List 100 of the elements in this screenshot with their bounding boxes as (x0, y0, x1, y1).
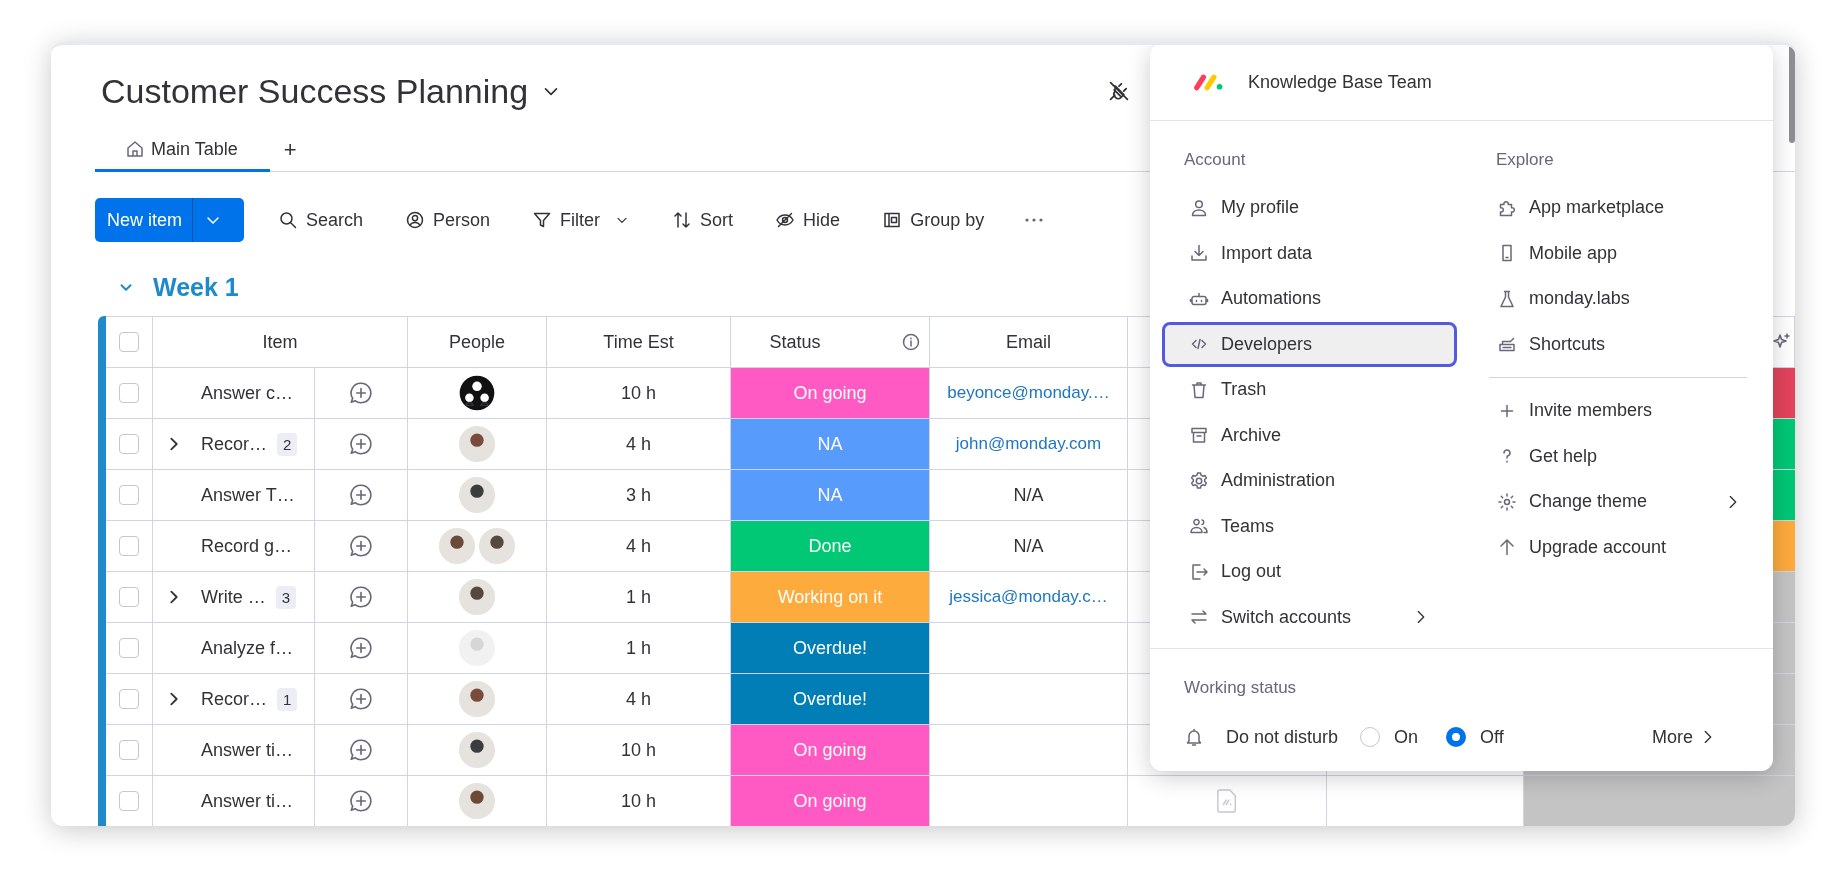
time-estimate: 10 h (620, 382, 656, 404)
sun-icon (1497, 491, 1517, 512)
checkbox[interactable] (119, 791, 139, 811)
menu-item[interactable]: App marketplace (1489, 185, 1747, 231)
email-link[interactable]: john@monday.com (955, 434, 1102, 454)
person-avatar[interactable] (458, 731, 496, 769)
time-estimate: 3 h (626, 484, 651, 506)
item-name[interactable]: Answer ti… (201, 739, 294, 761)
do-not-disturb-label: Do not disturb (1226, 726, 1339, 748)
menu-item[interactable]: monday.labs (1489, 276, 1747, 322)
checkbox[interactable] (119, 536, 139, 556)
menu-item[interactable]: Invite members (1489, 388, 1747, 434)
item-name[interactable]: Answer ti… (201, 790, 294, 812)
person-avatar[interactable] (478, 527, 516, 565)
person-avatar[interactable] (438, 527, 476, 565)
email-link[interactable]: jessica@monday.c… (949, 587, 1108, 607)
flask-icon (1497, 288, 1517, 309)
toolbar-button[interactable]: Hide (767, 200, 849, 240)
subitem-count[interactable]: 1 (277, 687, 298, 711)
status-label[interactable]: Overdue! (731, 623, 930, 674)
gear-icon (1189, 470, 1209, 491)
column-header: Status (769, 331, 821, 353)
add-update-icon[interactable] (348, 380, 374, 406)
add-view-button[interactable]: + (269, 129, 311, 171)
group-avatar[interactable] (458, 374, 496, 412)
menu-item[interactable]: Mobile app (1489, 230, 1747, 276)
status-cell[interactable] (1524, 776, 1795, 826)
checkbox[interactable] (119, 434, 139, 454)
add-update-icon[interactable] (348, 431, 374, 457)
archive-icon (1189, 425, 1209, 446)
item-name[interactable]: Record g… (201, 535, 293, 557)
add-update-icon[interactable] (348, 686, 374, 712)
checkbox[interactable] (119, 332, 139, 352)
unplug-icon[interactable] (1107, 79, 1131, 103)
checkbox[interactable] (119, 383, 139, 403)
item-name[interactable]: Answer T… (201, 484, 295, 506)
column-header: Email (1006, 331, 1051, 353)
add-update-icon[interactable] (348, 635, 374, 661)
subitem-count[interactable]: 2 (277, 432, 298, 456)
checkbox[interactable] (119, 689, 139, 709)
toolbar-button[interactable]: Group by (874, 200, 993, 240)
add-update-icon[interactable] (348, 482, 374, 508)
add-update-icon[interactable] (348, 533, 374, 559)
checkbox[interactable] (119, 740, 139, 760)
add-update-icon[interactable] (348, 584, 374, 610)
filter-icon (532, 210, 553, 230)
menu-item[interactable]: Archive (1162, 412, 1457, 458)
radio-option[interactable]: Off (1446, 726, 1504, 748)
checkbox[interactable] (119, 587, 139, 607)
item-name[interactable]: Answer c… (201, 382, 294, 404)
group-title[interactable]: Week 1 (153, 272, 239, 302)
toolbar-button[interactable]: Sort (664, 200, 742, 240)
toolbar-button[interactable]: Search (270, 200, 372, 240)
view-tab[interactable]: Main Table (95, 129, 270, 172)
toolbar-button[interactable]: Filter (524, 200, 639, 240)
email-value: N/A (1013, 484, 1044, 506)
menu-item[interactable]: My profile (1162, 185, 1457, 231)
more-icon[interactable] (1024, 217, 1045, 223)
group-icon (882, 210, 903, 230)
scrollbar[interactable] (1789, 45, 1795, 143)
menu-item[interactable]: Switch accounts (1162, 594, 1457, 640)
home-icon (125, 139, 145, 159)
menu-item[interactable]: Automations (1162, 276, 1457, 322)
menu-item[interactable]: Change theme (1489, 479, 1747, 525)
person-avatar[interactable] (458, 782, 496, 820)
person-avatar[interactable] (458, 425, 496, 463)
menu-item[interactable]: Log out (1162, 549, 1457, 595)
menu-item[interactable]: Import data (1162, 230, 1457, 276)
item-name[interactable]: Recor… (201, 688, 267, 710)
radio-option[interactable]: On (1360, 726, 1419, 748)
menu-item[interactable]: Developers (1162, 321, 1457, 367)
checkbox[interactable] (119, 485, 139, 505)
person-avatar[interactable] (458, 680, 496, 718)
person-avatar[interactable] (458, 476, 496, 514)
menu-item[interactable]: Teams (1162, 503, 1457, 549)
status-label[interactable]: Overdue! (731, 674, 930, 725)
email-link[interactable]: beyonce@monday.… (947, 383, 1110, 403)
search-icon (278, 210, 298, 230)
menu-item[interactable]: Get help (1489, 433, 1747, 479)
person-avatar[interactable] (458, 578, 496, 616)
menu-item[interactable]: Trash (1162, 367, 1457, 413)
toolbar-button[interactable]: Person (397, 200, 499, 240)
add-update-icon[interactable] (348, 788, 374, 814)
info-icon[interactable] (900, 332, 921, 352)
bell-icon (1184, 727, 1204, 747)
item-name[interactable]: Recor… (201, 433, 267, 455)
item-name[interactable]: Write … (201, 586, 266, 608)
more-button[interactable]: More (1652, 726, 1717, 748)
column-header: Item (262, 331, 298, 353)
menu-item[interactable]: Shortcuts (1489, 321, 1747, 367)
menu-item[interactable]: Administration (1162, 458, 1457, 504)
time-estimate: 1 h (626, 637, 651, 659)
board-title: Customer Success Planning (101, 71, 529, 111)
subitem-count[interactable]: 3 (275, 585, 296, 609)
item-name[interactable]: Analyze f… (201, 637, 294, 659)
time-estimate: 10 h (620, 739, 656, 761)
menu-item[interactable]: Upgrade account (1489, 524, 1747, 570)
add-update-icon[interactable] (348, 737, 374, 763)
checkbox[interactable] (119, 638, 139, 658)
new-item-button[interactable]: New item (95, 198, 244, 242)
